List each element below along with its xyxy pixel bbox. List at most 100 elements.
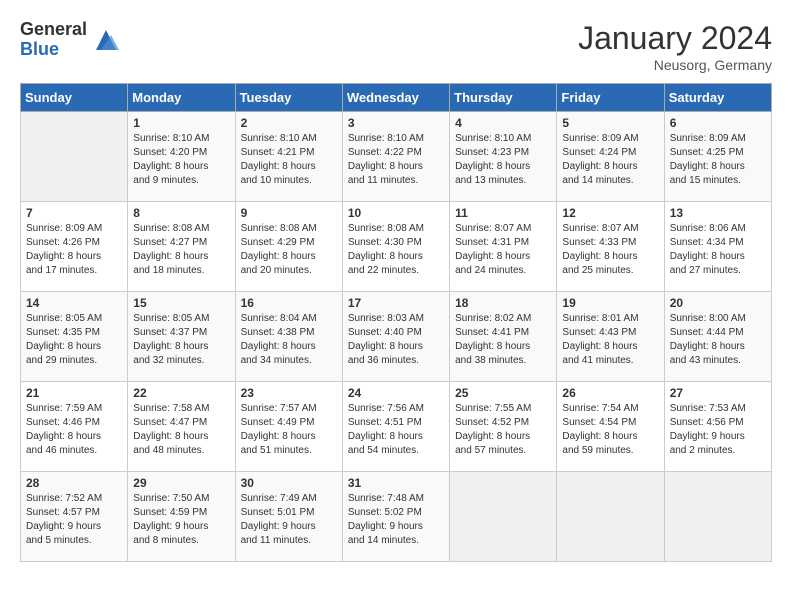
calendar-cell: 11 Sunrise: 8:07 AMSunset: 4:31 PMDayligh… [450,202,557,292]
day-number: 25 [455,386,551,400]
header-day-monday: Monday [128,84,235,112]
logo-blue: Blue [20,40,87,60]
calendar-cell: 31 Sunrise: 7:48 AMSunset: 5:02 PMDayligh… [342,472,449,562]
day-number: 12 [562,206,658,220]
calendar-cell: 23Sunrise: 7:57 AMSunset: 4:49 PMDayligh… [235,382,342,472]
week-row-5: 28Sunrise: 7:52 AMSunset: 4:57 PMDayligh… [21,472,772,562]
header-day-wednesday: Wednesday [342,84,449,112]
header-day-tuesday: Tuesday [235,84,342,112]
calendar-cell: 24Sunrise: 7:56 AMSunset: 4:51 PMDayligh… [342,382,449,472]
cell-sun-info: Sunrise: 8:10 AMSunset: 4:21 PMDaylight:… [241,132,337,188]
calendar-header: SundayMondayTuesdayWednesdayThursdayFrid… [21,84,772,112]
logo-icon [91,25,121,55]
calendar-cell: 19 Sunrise: 8:01 AMSunset: 4:43 PMDayligh… [557,292,664,382]
calendar-cell: 14 Sunrise: 8:05 AMSunset: 4:35 PMDayligh… [21,292,128,382]
cell-sun-info: Sunrise: 7:53 AMSunset: 4:56 PMDaylight:… [670,402,766,458]
day-number: 3 [348,116,444,130]
calendar-cell: 27 Sunrise: 7:53 AMSunset: 4:56 PMDayligh… [664,382,771,472]
day-number: 14 [26,296,122,310]
calendar-cell: 13 Sunrise: 8:06 AMSunset: 4:34 PMDayligh… [664,202,771,292]
cell-sun-info: Sunrise: 8:03 AMSunset: 4:40 PMDaylight:… [348,312,444,368]
calendar-cell: 21 Sunrise: 7:59 AMSunset: 4:46 PMDayligh… [21,382,128,472]
header-day-friday: Friday [557,84,664,112]
header-row: SundayMondayTuesdayWednesdayThursdayFrid… [21,84,772,112]
cell-sun-info: Sunrise: 8:04 AMSunset: 4:38 PMDaylight:… [241,312,337,368]
calendar-cell: 10 Sunrise: 8:08 AMSunset: 4:30 PMDayligh… [342,202,449,292]
day-number: 10 [348,206,444,220]
calendar-cell [21,112,128,202]
day-number: 23 [241,386,337,400]
day-number: 21 [26,386,122,400]
calendar-cell: 25Sunrise: 7:55 AMSunset: 4:52 PMDayligh… [450,382,557,472]
calendar-cell: 8 Sunrise: 8:08 AMSunset: 4:27 PMDaylight… [128,202,235,292]
calendar-cell: 15 Sunrise: 8:05 AMSunset: 4:37 PMDayligh… [128,292,235,382]
logo-general: General [20,20,87,40]
day-number: 6 [670,116,766,130]
day-number: 13 [670,206,766,220]
cell-sun-info: Sunrise: 8:05 AMSunset: 4:37 PMDaylight:… [133,312,229,368]
month-title: January 2024 [578,20,772,57]
cell-sun-info: Sunrise: 8:09 AMSunset: 4:24 PMDaylight:… [562,132,658,188]
calendar-cell: 26Sunrise: 7:54 AMSunset: 4:54 PMDayligh… [557,382,664,472]
cell-sun-info: Sunrise: 8:06 AMSunset: 4:34 PMDaylight:… [670,222,766,278]
day-number: 16 [241,296,337,310]
cell-sun-info: Sunrise: 8:07 AMSunset: 4:31 PMDaylight:… [455,222,551,278]
logo: General Blue [20,20,121,60]
day-number: 24 [348,386,444,400]
day-number: 28 [26,476,122,490]
calendar-cell: 30Sunrise: 7:49 AMSunset: 5:01 PMDayligh… [235,472,342,562]
day-number: 18 [455,296,551,310]
day-number: 4 [455,116,551,130]
cell-sun-info: Sunrise: 8:10 AMSunset: 4:20 PMDaylight:… [133,132,229,188]
calendar-table: SundayMondayTuesdayWednesdayThursdayFrid… [20,83,772,562]
calendar-cell: 4 Sunrise: 8:10 AMSunset: 4:23 PMDaylight… [450,112,557,202]
day-number: 17 [348,296,444,310]
cell-sun-info: Sunrise: 8:08 AMSunset: 4:27 PMDaylight:… [133,222,229,278]
header-day-saturday: Saturday [664,84,771,112]
day-number: 29 [133,476,229,490]
cell-sun-info: Sunrise: 8:07 AMSunset: 4:33 PMDaylight:… [562,222,658,278]
title-area: January 2024 Neusorg, Germany [578,20,772,73]
header-day-thursday: Thursday [450,84,557,112]
cell-sun-info: Sunrise: 8:09 AMSunset: 4:26 PMDaylight:… [26,222,122,278]
calendar-cell: 6 Sunrise: 8:09 AMSunset: 4:25 PMDaylight… [664,112,771,202]
day-number: 8 [133,206,229,220]
calendar-cell: 7 Sunrise: 8:09 AMSunset: 4:26 PMDaylight… [21,202,128,292]
cell-sun-info: Sunrise: 8:08 AMSunset: 4:30 PMDaylight:… [348,222,444,278]
calendar-cell: 2 Sunrise: 8:10 AMSunset: 4:21 PMDaylight… [235,112,342,202]
day-number: 22 [133,386,229,400]
day-number: 7 [26,206,122,220]
calendar-cell: 22 Sunrise: 7:58 AMSunset: 4:47 PMDayligh… [128,382,235,472]
day-number: 20 [670,296,766,310]
calendar-cell: 20Sunrise: 8:00 AMSunset: 4:44 PMDayligh… [664,292,771,382]
day-number: 2 [241,116,337,130]
cell-sun-info: Sunrise: 7:48 AMSunset: 5:02 PMDaylight:… [348,492,444,548]
calendar-cell: 28Sunrise: 7:52 AMSunset: 4:57 PMDayligh… [21,472,128,562]
calendar-cell: 1 Sunrise: 8:10 AMSunset: 4:20 PMDaylight… [128,112,235,202]
cell-sun-info: Sunrise: 8:09 AMSunset: 4:25 PMDaylight:… [670,132,766,188]
day-number: 19 [562,296,658,310]
day-number: 31 [348,476,444,490]
calendar-cell: 5Sunrise: 8:09 AMSunset: 4:24 PMDaylight… [557,112,664,202]
cell-sun-info: Sunrise: 8:10 AMSunset: 4:23 PMDaylight:… [455,132,551,188]
day-number: 9 [241,206,337,220]
day-number: 15 [133,296,229,310]
cell-sun-info: Sunrise: 8:10 AMSunset: 4:22 PMDaylight:… [348,132,444,188]
cell-sun-info: Sunrise: 7:59 AMSunset: 4:46 PMDaylight:… [26,402,122,458]
day-number: 30 [241,476,337,490]
calendar-cell: 18Sunrise: 8:02 AMSunset: 4:41 PMDayligh… [450,292,557,382]
week-row-2: 7 Sunrise: 8:09 AMSunset: 4:26 PMDaylight… [21,202,772,292]
cell-sun-info: Sunrise: 7:58 AMSunset: 4:47 PMDaylight:… [133,402,229,458]
day-number: 1 [133,116,229,130]
calendar-cell: 17 Sunrise: 8:03 AMSunset: 4:40 PMDayligh… [342,292,449,382]
day-number: 27 [670,386,766,400]
cell-sun-info: Sunrise: 8:01 AMSunset: 4:43 PMDaylight:… [562,312,658,368]
cell-sun-info: Sunrise: 8:05 AMSunset: 4:35 PMDaylight:… [26,312,122,368]
calendar-cell [450,472,557,562]
day-number: 11 [455,206,551,220]
calendar-cell: 29 Sunrise: 7:50 AMSunset: 4:59 PMDayligh… [128,472,235,562]
calendar-cell [557,472,664,562]
calendar-cell [664,472,771,562]
cell-sun-info: Sunrise: 7:50 AMSunset: 4:59 PMDaylight:… [133,492,229,548]
day-number: 26 [562,386,658,400]
